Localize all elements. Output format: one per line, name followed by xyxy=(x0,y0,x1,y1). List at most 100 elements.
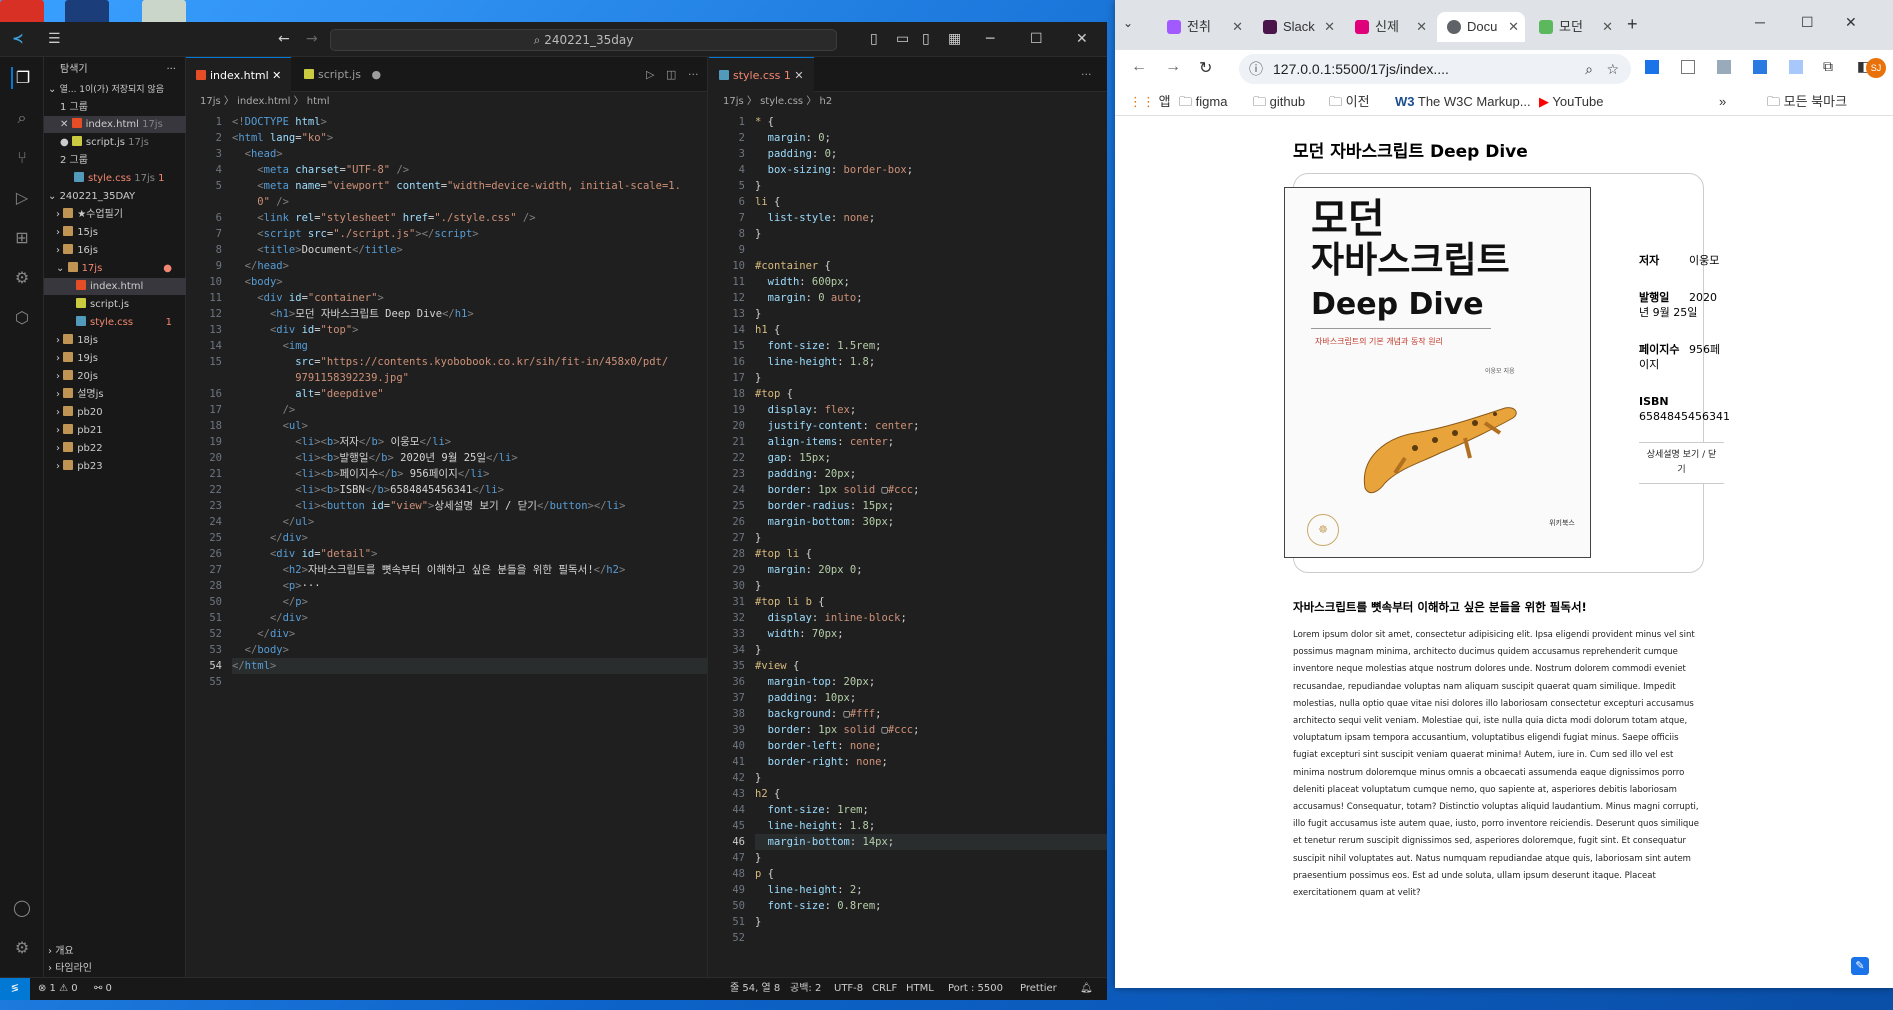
extensions-puzzle-icon[interactable]: ⧉ xyxy=(1823,58,1833,75)
profile-avatar[interactable]: SJ xyxy=(1866,58,1886,78)
toggle-secondary-sidebar-icon[interactable]: ▯ xyxy=(922,31,930,47)
close-icon[interactable]: ✕ xyxy=(1232,12,1243,42)
tree-folder[interactable]: › 16js xyxy=(44,242,186,259)
view-detail-button[interactable]: 상세설명 보기 / 닫기 xyxy=(1639,442,1724,484)
bookmark-apps[interactable]: ⋮⋮ 앱 xyxy=(1129,88,1171,116)
tree-folder-open[interactable]: ⌄ 17js ● xyxy=(44,260,186,277)
close-window-icon[interactable]: ✕ xyxy=(1845,14,1857,31)
bookmark-star-icon[interactable]: ☆ xyxy=(1606,54,1619,84)
site-info-icon[interactable]: ⓘ xyxy=(1249,54,1263,84)
extension-icon[interactable] xyxy=(1789,60,1803,74)
tree-folder[interactable]: › pb23 xyxy=(44,458,186,475)
minimize-icon[interactable]: ─ xyxy=(986,31,994,47)
tree-folder[interactable]: › 19js xyxy=(44,350,186,367)
tree-folder[interactable]: › pb22 xyxy=(44,440,186,457)
forward-arrow-icon[interactable]: → xyxy=(1165,58,1181,76)
tab-index-html[interactable]: index.html ✕ xyxy=(186,57,292,92)
tab-style-css[interactable]: style.css 1 ✕ xyxy=(709,57,814,92)
encoding-status[interactable]: UTF-8 xyxy=(834,978,863,1000)
forward-arrow-icon[interactable]: → xyxy=(306,31,318,47)
tree-file-index-html[interactable]: index.html xyxy=(44,278,186,295)
new-tab-icon[interactable]: + xyxy=(1627,14,1638,35)
zoom-icon[interactable]: ⌕ xyxy=(1585,54,1593,84)
open-file-script-js[interactable]: ● script.js 17js xyxy=(44,134,186,151)
breadcrumb[interactable]: 17js 〉 style.css 〉 h2 xyxy=(709,92,832,112)
toggle-sidebar-icon[interactable]: ▯ xyxy=(870,31,878,47)
close-icon[interactable]: ✕ xyxy=(272,69,281,82)
timeline-section[interactable]: › 타임라인 xyxy=(44,960,186,977)
language-status[interactable]: HTML xyxy=(906,978,934,1000)
tab-search-chevron-icon[interactable]: ⌄ xyxy=(1123,16,1133,30)
menu-icon[interactable]: ☰ xyxy=(48,31,61,47)
tree-folder[interactable]: › 설명js xyxy=(44,386,186,403)
reload-icon[interactable]: ↻ xyxy=(1199,58,1212,78)
open-editors-header[interactable]: ⌄ 열... 1이(가) 저장되지 않음 xyxy=(44,81,186,98)
docker-icon[interactable]: ⬡ xyxy=(11,307,33,329)
run-debug-icon[interactable]: ▷ xyxy=(11,187,33,209)
back-arrow-icon[interactable]: ← xyxy=(1131,58,1147,76)
remote-indicator-icon[interactable]: ≶ xyxy=(0,978,30,1000)
tab-script-js[interactable]: script.js ● xyxy=(294,57,391,92)
all-bookmarks[interactable]: 🗀︎ 모든 북마크 xyxy=(1767,88,1847,116)
source-control-icon[interactable]: ⑂ xyxy=(11,147,33,169)
chrome-tab-active[interactable]: Docu ✕ xyxy=(1437,12,1525,42)
tree-folder[interactable]: › pb20 xyxy=(44,404,186,421)
customize-layout-icon[interactable]: ▦ xyxy=(948,31,961,47)
back-arrow-icon[interactable]: ← xyxy=(278,31,290,47)
extension-icon[interactable] xyxy=(1753,60,1767,74)
address-bar[interactable]: ⓘ 127.0.0.1:5500/17js/index.... ⌕ ☆ xyxy=(1239,54,1631,84)
outline-section[interactable]: › 개요 xyxy=(44,943,186,960)
tree-file-script-js[interactable]: script.js xyxy=(44,296,186,313)
chrome-tab[interactable]: 모던 ✕ xyxy=(1529,12,1619,42)
more-actions-icon[interactable]: ··· xyxy=(678,57,709,92)
breadcrumb[interactable]: 17js 〉 index.html 〉 html xyxy=(186,92,330,112)
account-icon[interactable]: ◯ xyxy=(11,897,33,919)
eol-status[interactable]: CRLF xyxy=(872,978,897,1000)
open-file-index-html[interactable]: ✕ index.html 17js xyxy=(44,116,186,133)
prettier-status[interactable]: Prettier xyxy=(1020,978,1057,1000)
explorer-icon[interactable]: ❐ xyxy=(11,67,33,89)
chrome-tab[interactable]: Slack ✕ xyxy=(1253,12,1341,42)
indentation-status[interactable]: 공백: 2 xyxy=(790,978,821,1000)
close-icon[interactable]: ✕ xyxy=(1324,12,1335,42)
extension-icon[interactable] xyxy=(1681,60,1695,74)
cursor-position[interactable]: 줄 54, 열 8 xyxy=(730,978,780,1000)
remote-icon[interactable]: ⚙ xyxy=(11,267,33,289)
ports-status[interactable]: ⚯ 0 xyxy=(94,978,112,1000)
extension-icon[interactable] xyxy=(1645,60,1659,74)
command-center-search[interactable]: ⌕ 240221_35day xyxy=(330,29,837,51)
problems-status[interactable]: ⊗ 1 ⚠ 0 xyxy=(38,978,78,1000)
toggle-panel-icon[interactable]: ▭ xyxy=(896,31,909,47)
tree-folder[interactable]: › ★수업필기 xyxy=(44,206,186,223)
tree-file-style-css[interactable]: style.css 1 xyxy=(44,314,186,331)
search-icon[interactable]: ⌕ xyxy=(11,107,33,129)
maximize-icon[interactable]: ☐ xyxy=(1801,14,1814,31)
close-icon[interactable]: ✕ xyxy=(1602,12,1613,42)
workspace-header[interactable]: ⌄ 240221_35DAY xyxy=(44,188,186,205)
tree-folder[interactable]: › 15js xyxy=(44,224,186,241)
bookmark-w3c[interactable]: W3 The W3C Markup... xyxy=(1395,88,1531,116)
tree-folder[interactable]: › pb21 xyxy=(44,422,186,439)
more-actions-icon[interactable]: ··· xyxy=(1071,57,1102,92)
notifications-bell-icon[interactable]: 🔔︎ xyxy=(1080,978,1093,1000)
bookmark-figma[interactable]: 🗀︎ figma xyxy=(1179,88,1227,116)
chrome-tab[interactable]: 신제 ✕ xyxy=(1345,12,1433,42)
more-actions-icon[interactable]: ··· xyxy=(166,61,176,78)
bookmark-previous[interactable]: 🗀︎ 이전 xyxy=(1329,88,1370,116)
live-server-port[interactable]: Port : 5500 xyxy=(948,978,1003,1000)
tree-folder[interactable]: › 20js xyxy=(44,368,186,385)
extensions-icon[interactable]: ⊞ xyxy=(11,227,33,249)
close-icon[interactable]: ✕ xyxy=(794,69,803,82)
close-icon[interactable]: ✕ xyxy=(1076,31,1088,47)
close-icon[interactable]: ✕ xyxy=(1416,12,1427,42)
tree-folder[interactable]: › 18js xyxy=(44,332,186,349)
extension-icon[interactable] xyxy=(1717,60,1731,74)
more-bookmarks-icon[interactable]: » xyxy=(1719,88,1726,116)
bookmark-youtube[interactable]: ▶ YouTube xyxy=(1539,88,1603,116)
minimize-icon[interactable]: ─ xyxy=(1755,14,1765,30)
maximize-icon[interactable]: ☐ xyxy=(1030,31,1043,47)
open-file-style-css[interactable]: style.css 17js 1 xyxy=(44,170,186,187)
settings-gear-icon[interactable]: ⚙ xyxy=(11,937,33,959)
chrome-tab[interactable]: 전취 ✕ xyxy=(1157,12,1249,42)
close-icon[interactable]: ✕ xyxy=(1508,12,1519,42)
